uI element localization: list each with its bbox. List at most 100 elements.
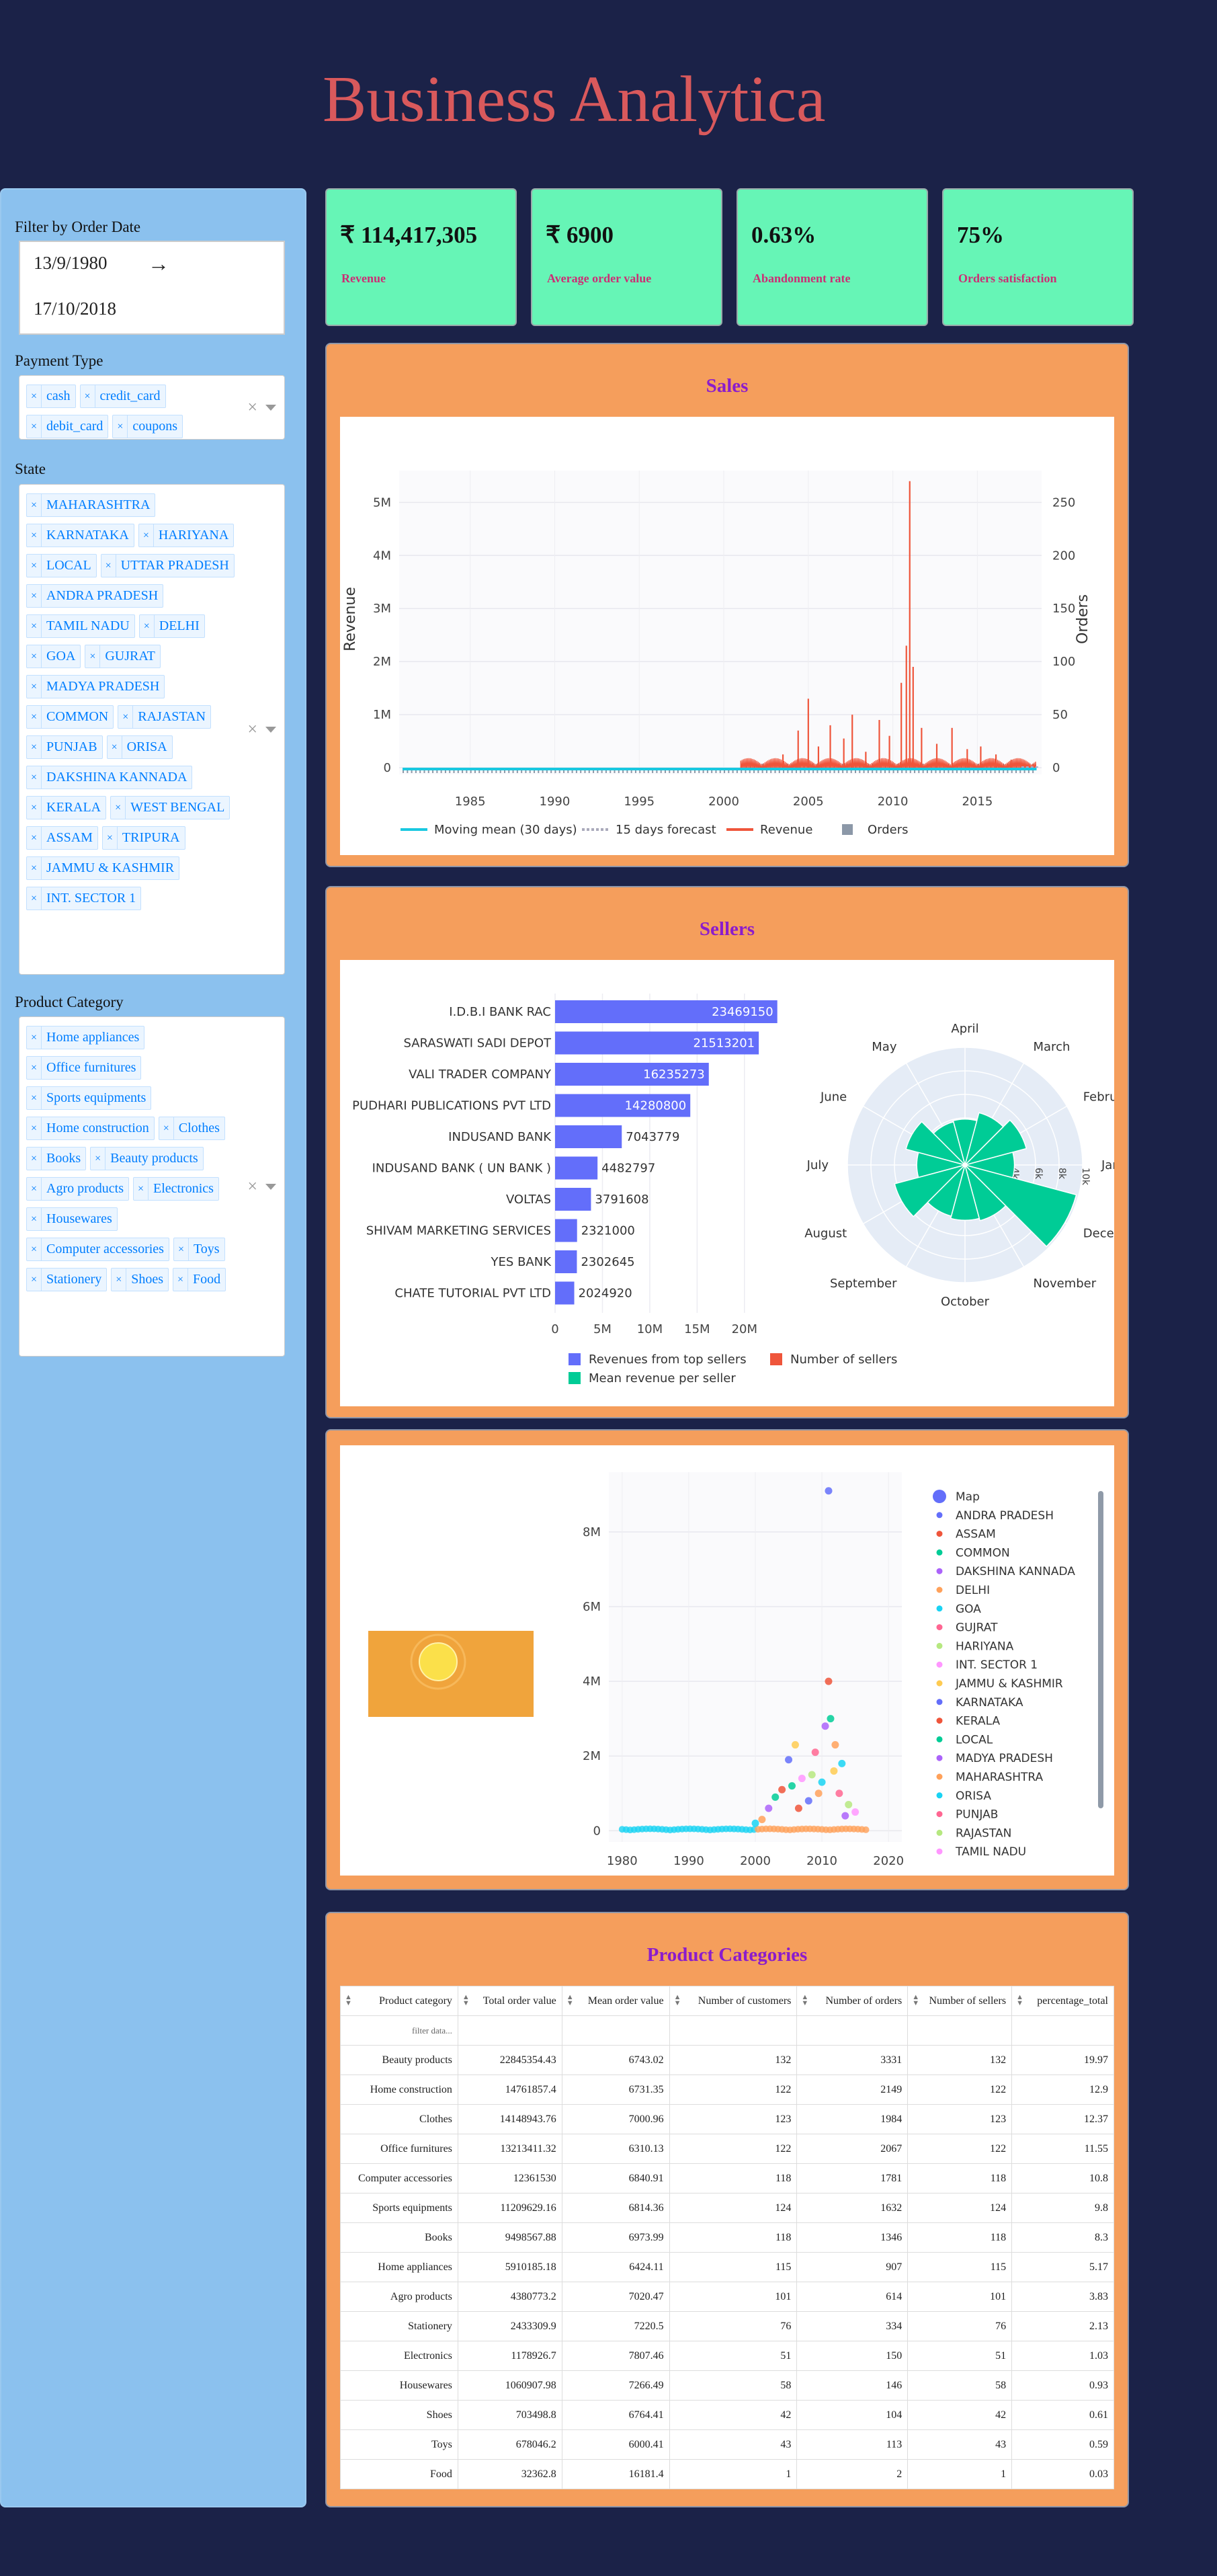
state-tag[interactable]: × MAHARASHTRA — [26, 493, 156, 517]
sellers-chart-svg[interactable]: 0 5M 10M 15M 20M I.D.B.I BANK RAC 23469150 SARA… — [340, 960, 1148, 1406]
column-filter-input[interactable] — [907, 2015, 1013, 2046]
payment-tag[interactable]: × coupons — [112, 415, 183, 438]
state-tag[interactable]: × WEST BENGAL — [110, 796, 230, 819]
chevron-down-icon[interactable] — [265, 1184, 276, 1190]
sort-icon[interactable]: ▲ ▼ — [566, 1994, 574, 2007]
payment-type-dropdown[interactable]: × cash × credit_card × debit_card × coupons × — [19, 375, 285, 440]
clear-icon[interactable]: × — [247, 1176, 257, 1197]
date-range-picker[interactable]: 13/9/1980 → 17/10/2018 — [19, 241, 285, 335]
remove-tag-icon[interactable]: × — [27, 1087, 42, 1109]
remove-tag-icon[interactable]: × — [112, 1269, 127, 1291]
state-tag[interactable]: × KERALA — [26, 796, 107, 819]
remove-tag-icon[interactable]: × — [27, 1057, 42, 1079]
remove-tag-icon[interactable]: × — [159, 1117, 174, 1139]
remove-tag-icon[interactable]: × — [27, 645, 42, 668]
category-tag[interactable]: × Agro products — [26, 1177, 129, 1201]
column-header[interactable]: ▲ ▼ Number of customers — [669, 1986, 798, 2016]
column-filter-input[interactable] — [796, 2015, 909, 2046]
remove-tag-icon[interactable]: × — [27, 736, 42, 758]
remove-tag-icon[interactable]: × — [27, 766, 42, 789]
category-tag[interactable]: × Stationery — [26, 1268, 108, 1291]
remove-tag-icon[interactable]: × — [27, 797, 42, 819]
column-header[interactable]: ▲ ▼ Mean order value — [561, 1986, 670, 2016]
state-tag[interactable]: × MADYA PRADESH — [26, 675, 165, 698]
category-tag[interactable]: × Clothes — [158, 1117, 225, 1140]
remove-tag-icon[interactable]: × — [139, 524, 154, 547]
remove-tag-icon[interactable]: × — [111, 797, 126, 819]
clear-icon[interactable]: × — [247, 397, 257, 417]
remove-tag-icon[interactable]: × — [91, 1148, 106, 1170]
remove-tag-icon[interactable]: × — [140, 615, 155, 637]
remove-tag-icon[interactable]: × — [118, 706, 134, 728]
remove-tag-icon[interactable]: × — [27, 1238, 42, 1260]
map-chart[interactable]: 0 2M 4M 6M 8M 1980 1990 2000 2010 2020 Map ANDRA PR… — [340, 1445, 1114, 1876]
payment-tag[interactable]: × cash — [26, 385, 76, 408]
category-tag[interactable]: × Office furnitures — [26, 1056, 142, 1080]
state-tag[interactable]: × PUNJAB — [26, 735, 103, 759]
remove-tag-icon[interactable]: × — [27, 1178, 42, 1200]
remove-tag-icon[interactable]: × — [27, 827, 42, 849]
sales-chart-svg[interactable]: 0 1M 2M 3M 4M 5M 0 50 100 150 200 250 1985 1990 1995 20… — [340, 417, 1114, 855]
remove-tag-icon[interactable]: × — [27, 857, 42, 879]
remove-tag-icon[interactable]: × — [27, 1027, 42, 1049]
state-tag[interactable]: × KARNATAKA — [26, 524, 134, 547]
remove-tag-icon[interactable]: × — [174, 1238, 189, 1260]
remove-tag-icon[interactable]: × — [27, 524, 42, 547]
column-header[interactable]: ▲ ▼ Number of sellers — [907, 1986, 1013, 2016]
state-tag[interactable]: × ANDRA PRADESH — [26, 584, 164, 608]
column-header[interactable]: ▲ ▼ Product category — [340, 1986, 458, 2016]
category-tag[interactable]: × Home construction — [26, 1117, 155, 1140]
remove-tag-icon[interactable]: × — [103, 827, 118, 849]
category-tag[interactable]: × Books — [26, 1147, 87, 1170]
remove-tag-icon[interactable]: × — [27, 676, 42, 698]
remove-tag-icon[interactable]: × — [27, 1269, 42, 1291]
state-tag[interactable]: × TAMIL NADU — [26, 614, 135, 638]
state-tag[interactable]: × COMMON — [26, 705, 114, 729]
map-chart-svg[interactable]: 0 2M 4M 6M 8M 1980 1990 2000 2010 2020 Map ANDRA PR… — [340, 1445, 1114, 1876]
category-tag[interactable]: × Home appliances — [26, 1026, 145, 1049]
end-date-input[interactable]: 17/10/2018 — [34, 298, 116, 319]
column-filter-input[interactable] — [669, 2015, 798, 2046]
category-tag[interactable]: × Housewares — [26, 1207, 118, 1231]
category-tag[interactable]: × Sports equipments — [26, 1086, 152, 1110]
remove-tag-icon[interactable]: × — [27, 1148, 42, 1170]
remove-tag-icon[interactable]: × — [134, 1178, 149, 1200]
column-header[interactable]: ▲ ▼ Total order value — [457, 1986, 562, 2016]
state-tag[interactable]: × GOA — [26, 645, 81, 668]
state-tag[interactable]: × RAJASTAN — [118, 705, 211, 729]
remove-tag-icon[interactable]: × — [113, 415, 128, 438]
remove-tag-icon[interactable]: × — [81, 385, 95, 407]
remove-tag-icon[interactable]: × — [27, 1117, 42, 1139]
remove-tag-icon[interactable]: × — [27, 585, 42, 607]
state-tag[interactable]: × HARIYANA — [138, 524, 235, 547]
remove-tag-icon[interactable]: × — [27, 706, 42, 728]
column-filter-input[interactable] — [1011, 2015, 1114, 2046]
sort-icon[interactable]: ▲ ▼ — [674, 1994, 681, 2007]
column-filter-input[interactable]: filter data... — [340, 2015, 458, 2046]
category-tag[interactable]: × Toys — [173, 1238, 225, 1261]
sellers-chart[interactable]: 0 5M 10M 15M 20M I.D.B.I BANK RAC 23469150 SARA… — [340, 960, 1148, 1406]
remove-tag-icon[interactable]: × — [173, 1269, 189, 1291]
payment-tag[interactable]: × debit_card — [26, 415, 109, 438]
start-date-input[interactable]: 13/9/1980 — [34, 253, 108, 274]
category-tag[interactable]: × Food — [173, 1268, 226, 1291]
remove-tag-icon[interactable]: × — [108, 736, 122, 758]
sort-icon[interactable]: ▲ ▼ — [801, 1994, 808, 2007]
state-tag[interactable]: × TRIPURA — [101, 826, 185, 850]
state-tag[interactable]: × LOCAL — [26, 554, 97, 577]
remove-tag-icon[interactable]: × — [27, 615, 42, 637]
sales-chart[interactable]: 0 1M 2M 3M 4M 5M 0 50 100 150 200 250 1985 1990 1995 20… — [340, 417, 1114, 855]
state-dropdown[interactable]: × MAHARASHTRA × KARNATAKA × HARIYANA × LOCAL × UT… — [19, 484, 285, 975]
chevron-down-icon[interactable] — [265, 727, 276, 733]
column-header[interactable]: ▲ ▼ Number of orders — [796, 1986, 909, 2016]
category-tag[interactable]: × Electronics — [132, 1177, 219, 1201]
state-tag[interactable]: × DELHI — [138, 614, 205, 638]
remove-tag-icon[interactable]: × — [27, 385, 42, 407]
state-tag[interactable]: × INT. SECTOR 1 — [26, 887, 142, 910]
remove-tag-icon[interactable]: × — [27, 494, 42, 516]
column-filter-input[interactable] — [561, 2015, 670, 2046]
remove-tag-icon[interactable]: × — [101, 555, 116, 577]
category-tag[interactable]: × Shoes — [111, 1268, 169, 1291]
state-tag[interactable]: × GUJRAT — [85, 645, 161, 668]
product-category-dropdown[interactable]: × Home appliances × Office furnitures × Sport… — [19, 1016, 285, 1357]
